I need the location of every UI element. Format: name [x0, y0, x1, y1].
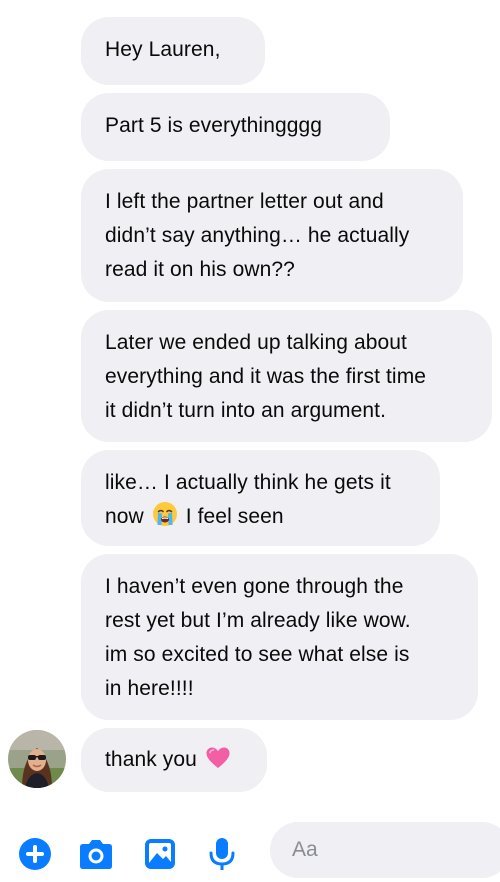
message-text: it didn’t turn into an argument. [105, 399, 387, 422]
message-bubble[interactable]: Part 5 is everythingggg [81, 93, 390, 161]
message-text: I left the partner letter out and [105, 190, 384, 213]
message-text: rest yet but I’m already like wow. [105, 609, 411, 632]
message-text: thank you [105, 748, 197, 771]
message-text: now [105, 505, 144, 528]
message-text: in here!!!! [105, 677, 194, 700]
avatar[interactable] [8, 730, 66, 788]
message-bubble[interactable]: Hey Lauren, [81, 17, 265, 85]
message-text: Part 5 is everythingggg [105, 114, 323, 137]
message-text: I feel seen [185, 505, 284, 528]
message-input[interactable] [270, 822, 500, 878]
image-icon[interactable] [140, 834, 180, 874]
message-bubble[interactable]: Later we ended up talking about everythi… [81, 310, 492, 442]
plus-circle-icon[interactable] [15, 834, 55, 874]
message-text-line: thank you [105, 743, 243, 781]
message-text: didn’t say anything… he actually [105, 224, 410, 247]
message-text: everything and it was the first time [105, 365, 427, 388]
message-thread: Hey Lauren, Part 5 is everythingggg I le… [0, 0, 500, 810]
pink-heart-icon [205, 746, 231, 781]
message-input-box[interactable] [270, 822, 500, 878]
message-text: read it on his own?? [105, 258, 295, 281]
message-text: like… I actually think he gets it [105, 471, 391, 494]
message-bubble[interactable]: thank you [81, 728, 267, 792]
message-bubble[interactable]: like… I actually think he gets it now I … [81, 450, 440, 546]
message-text-line: now I feel seen [105, 500, 416, 538]
message-text: im so excited to see what else is [105, 643, 410, 666]
camera-icon[interactable] [76, 834, 116, 874]
message-text: I haven’t even gone through the [105, 575, 404, 598]
message-text: Hey Lauren, [105, 38, 221, 61]
message-bubble[interactable]: I haven’t even gone through the rest yet… [81, 554, 478, 720]
message-text: Later we ended up talking about [105, 331, 407, 354]
message-bubble[interactable]: I left the partner letter out and didn’t… [81, 169, 463, 302]
loudly-crying-face-icon [152, 501, 178, 538]
microphone-icon[interactable] [202, 834, 242, 874]
